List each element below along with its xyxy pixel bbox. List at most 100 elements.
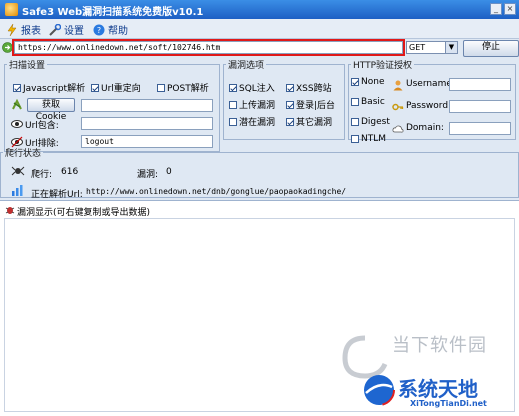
vuln-login-label: 登录|后台 (296, 101, 336, 111)
auth-basic[interactable]: Basic (351, 97, 385, 107)
url-row: https://www.onlinedown.net/soft/102746.h… (0, 39, 519, 57)
auth-basic-label: Basic (361, 97, 385, 107)
menu-help-label: 帮助 (108, 26, 128, 37)
eye-icon (11, 120, 23, 128)
help-icon: ? (93, 24, 105, 35)
crawled-count: 616 (61, 167, 79, 177)
checkbox[interactable] (286, 100, 294, 109)
vuln-xss-label: XSS跨站 (296, 84, 332, 94)
vuln-upload-label: 上传漏洞 (239, 101, 276, 111)
checkbox[interactable] (351, 78, 359, 86)
password-input[interactable] (449, 100, 511, 113)
vuln-potential[interactable]: 潜在漏洞 (229, 115, 275, 128)
option-javascript[interactable]: Javascript解析 (13, 81, 85, 94)
spider-icon (11, 166, 25, 176)
key-icon (392, 103, 404, 111)
progress-bars-icon (12, 185, 23, 196)
menu-settings-label: 设置 (64, 26, 84, 37)
checkbox[interactable] (157, 83, 165, 92)
vuln-display-title: 漏洞显示(可右键复制或导出数据) (17, 208, 151, 218)
menu-report[interactable]: 报表 (6, 22, 41, 37)
get-cookie-button[interactable]: 获取Cookie (27, 98, 75, 122)
vuln-login[interactable]: 登录|后台 (286, 98, 335, 111)
option-redirect-label: Url重定向 (101, 84, 141, 94)
checkbox[interactable] (351, 135, 359, 143)
crawled-label: 爬行: (31, 170, 53, 180)
crawl-status-group: 爬行状态 爬行: 616 漏洞: 0 正在解析Url: http://www.o… (0, 146, 519, 200)
vuln-potential-label: 潜在漏洞 (239, 118, 276, 128)
checkbox[interactable] (286, 83, 294, 92)
vuln-other[interactable]: 其它漏洞 (286, 115, 332, 128)
vuln-display-panel[interactable]: 漏洞显示(可右键复制或导出数据) 当下软件园 系统天地 XiTongTianDi… (0, 200, 519, 416)
vuln-sql-label: SQL注入 (239, 84, 275, 94)
watermark-text-3: XiTongTianDi.net (410, 399, 487, 408)
svg-text:?: ? (97, 26, 101, 35)
cloud-icon (392, 125, 404, 133)
domain-label: Domain: (406, 123, 444, 133)
stop-button[interactable]: 停止 (463, 40, 519, 57)
go-icon[interactable] (2, 42, 13, 53)
vuln-sql[interactable]: SQL注入 (229, 81, 275, 94)
vuln-count-label: 漏洞: (137, 170, 159, 180)
user-icon (393, 80, 403, 91)
url-include-label: Url包含: (25, 121, 59, 131)
scan-settings-group: 扫描设置 Javascript解析 Url重定向 POST解析 获取Cookie… (4, 58, 220, 152)
checkbox[interactable] (91, 83, 99, 92)
title-bar: Safe3 Web漏洞扫描系统免费版v10.1 _ × (0, 0, 519, 19)
password-label: Password: (406, 101, 452, 111)
auth-ntlm[interactable]: NTLM (351, 134, 386, 144)
method-value: GET (409, 43, 426, 52)
username-label: Username: (406, 79, 455, 89)
checkbox[interactable] (229, 83, 237, 92)
url-input[interactable]: https://www.onlinedown.net/soft/102746.h… (14, 41, 403, 54)
watermark-globe-icon (363, 374, 395, 406)
vuln-options-legend: 漏洞选项 (228, 61, 265, 71)
vuln-count: 0 (166, 167, 172, 177)
checkbox[interactable] (13, 83, 21, 92)
window-title: Safe3 Web漏洞扫描系统免费版v10.1 (22, 7, 204, 18)
vuln-upload[interactable]: 上传漏洞 (229, 98, 275, 111)
auth-ntlm-label: NTLM (361, 134, 387, 144)
crawl-status-legend: 爬行状态 (5, 149, 42, 159)
url-include-input[interactable] (81, 117, 213, 130)
http-auth-group: HTTP验证授权 None Basic Digest NTLM Username… (348, 58, 516, 144)
menu-bar: 报表 设置 ? 帮助 (0, 19, 519, 39)
vuln-xss[interactable]: XSS跨站 (286, 81, 332, 94)
option-javascript-label: Javascript解析 (23, 84, 86, 94)
auth-digest-label: Digest (361, 117, 390, 127)
lightning-icon (7, 23, 17, 36)
checkbox[interactable] (229, 117, 237, 126)
menu-settings[interactable]: 设置 (49, 22, 84, 37)
cookie-icon (12, 99, 22, 110)
app-icon (5, 3, 18, 16)
method-select[interactable]: GET ▼ (406, 41, 458, 54)
auth-digest[interactable]: Digest (351, 117, 390, 127)
tools-icon (49, 23, 61, 36)
auth-none[interactable]: None (351, 77, 384, 87)
option-post-label: POST解析 (167, 84, 209, 94)
menu-report-label: 报表 (21, 26, 41, 37)
username-input[interactable] (449, 78, 511, 91)
checkbox[interactable] (351, 98, 359, 106)
chevron-down-icon[interactable]: ▼ (445, 42, 457, 53)
menu-help[interactable]: ? 帮助 (93, 22, 128, 37)
cookie-input[interactable] (81, 99, 213, 112)
checkbox[interactable] (286, 117, 294, 126)
checkbox[interactable] (351, 118, 359, 126)
bug-icon (5, 207, 15, 214)
watermark-text-1: 当下软件园 (392, 335, 487, 356)
scan-settings-legend: 扫描设置 (9, 61, 46, 71)
parsing-label: 正在解析Url: (31, 190, 83, 200)
minimize-button[interactable]: _ (490, 3, 502, 15)
checkbox[interactable] (229, 100, 237, 109)
vuln-options-group: 漏洞选项 SQL注入 XSS跨站 上传漏洞 登录|后台 潜在漏洞 其它漏洞 (223, 58, 345, 140)
option-redirect[interactable]: Url重定向 (91, 81, 141, 94)
option-post[interactable]: POST解析 (157, 81, 209, 94)
http-auth-legend: HTTP验证授权 (353, 61, 413, 71)
vuln-other-label: 其它漏洞 (296, 118, 333, 128)
close-button[interactable]: × (504, 3, 516, 15)
watermark-text-2: 系统天地 (398, 377, 478, 401)
parsing-url: http://www.onlinedown.net/dnb/gonglue/pa… (86, 187, 347, 196)
auth-none-label: None (361, 77, 385, 87)
domain-input[interactable] (449, 122, 511, 135)
